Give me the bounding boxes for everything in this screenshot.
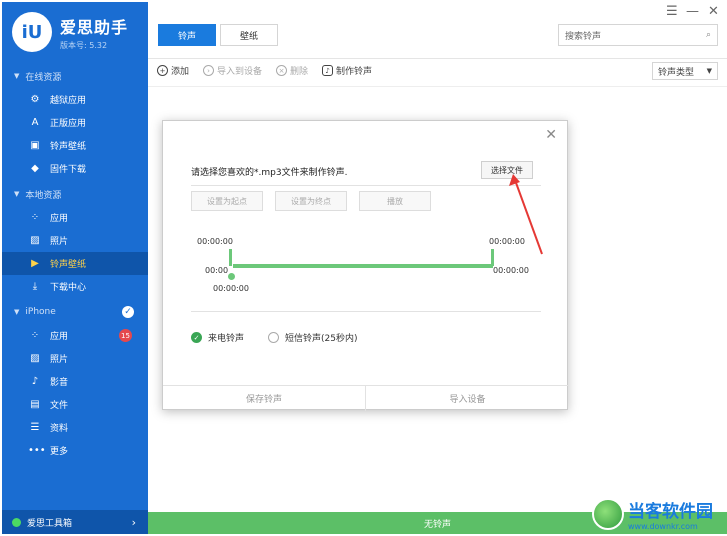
appstore-icon: A bbox=[31, 117, 39, 128]
section-local[interactable]: ▼ 本地资源 bbox=[2, 182, 148, 206]
radio-sms-ringtone[interactable] bbox=[268, 332, 280, 343]
sidebar-item-local-photos[interactable]: ▨ 照片 bbox=[2, 229, 148, 252]
tab-ringtone[interactable]: 铃声 bbox=[158, 24, 216, 46]
site-watermark: 当客软件园 www.downkr.com bbox=[592, 492, 727, 536]
apps-icon: ⁘ bbox=[30, 330, 40, 341]
waveform-track[interactable] bbox=[233, 264, 493, 268]
choose-file-button[interactable]: 选择文件 bbox=[481, 161, 533, 179]
start-time-label: 00:00:00 bbox=[197, 237, 233, 246]
set-end-button[interactable]: 设置为终点 bbox=[275, 191, 347, 211]
caret-down-icon: ▼ bbox=[14, 72, 20, 80]
action-bar: + 添加 › 导入到设备 × 删除 ♪ 制作铃声 bbox=[157, 64, 372, 77]
import-device-button[interactable]: 导入设备 bbox=[366, 385, 569, 411]
divider bbox=[148, 86, 727, 87]
section-iphone[interactable]: ▼ iPhone ✓ bbox=[2, 300, 148, 324]
ringtone-type-options: ✓ 来电铃声 短信铃声(25秒内) bbox=[191, 331, 358, 344]
ringtone-icon: ▣ bbox=[30, 140, 40, 151]
more-icon: ••• bbox=[28, 445, 46, 456]
section-online[interactable]: ▼ 在线资源 bbox=[2, 64, 148, 88]
sidebar-item-online-ringtones[interactable]: ▣ 铃声壁纸 bbox=[2, 134, 148, 157]
sidebar-item-jailbreak-apps[interactable]: ⚙ 越狱应用 bbox=[2, 88, 148, 111]
caret-down-icon: ▼ bbox=[14, 190, 20, 198]
divider bbox=[148, 58, 727, 59]
make-ringtone-dialog: ✕ 请选择您喜欢的*.mp3文件来制作铃声. 选择文件 设置为起点 设置为终点 … bbox=[162, 120, 569, 411]
add-button[interactable]: + 添加 bbox=[157, 64, 189, 77]
menu-icon[interactable]: ☰ bbox=[666, 4, 678, 19]
play-button[interactable]: 播放 bbox=[359, 191, 431, 211]
sidebar-item-local-ringtones[interactable]: ▶ 铃声壁纸 bbox=[2, 252, 148, 275]
playhead-time-label: 00:00:00 bbox=[213, 284, 249, 293]
connected-check-icon: ✓ bbox=[122, 306, 134, 318]
duration-label: 00:00:00 bbox=[493, 266, 529, 275]
watermark-logo-icon bbox=[592, 498, 624, 530]
app-logo-icon: iU bbox=[12, 12, 52, 52]
gear-icon: ⚙ bbox=[30, 94, 40, 105]
minimize-icon[interactable]: — bbox=[686, 4, 699, 19]
current-position-label: 00:00 bbox=[205, 266, 229, 275]
apps-count-badge: 15 bbox=[119, 329, 132, 342]
save-ringtone-button[interactable]: 保存铃声 bbox=[163, 385, 366, 411]
sidebar-item-local-apps[interactable]: ⁘ 应用 bbox=[2, 206, 148, 229]
delete-icon: × bbox=[276, 65, 288, 76]
photo-icon: ▨ bbox=[30, 353, 40, 364]
photo-icon: ▨ bbox=[30, 235, 40, 246]
search-icon[interactable]: ⌕ bbox=[706, 30, 711, 40]
dialog-prompt: 请选择您喜欢的*.mp3文件来制作铃声. bbox=[191, 168, 348, 178]
plus-icon: + bbox=[157, 65, 168, 76]
sidebar-item-device-more[interactable]: ••• 更多 bbox=[2, 439, 148, 462]
set-start-button[interactable]: 设置为起点 bbox=[191, 191, 263, 211]
toolbox-button[interactable]: 爱思工具箱 › bbox=[2, 510, 148, 534]
start-marker[interactable] bbox=[229, 249, 232, 266]
ringtone-type-select[interactable]: 铃声类型 ▼ bbox=[652, 62, 718, 80]
sidebar: iU 爱思助手 版本号: 5.32 ▼ 在线资源 ⚙ 越狱应用 A 正版应用 ▣ 铃声… bbox=[2, 2, 148, 534]
make-ringtone-button[interactable]: ♪ 制作铃声 bbox=[322, 64, 372, 77]
sidebar-item-download-center[interactable]: ⤓ 下载中心 bbox=[2, 275, 148, 298]
search-input[interactable]: 搜索铃声 ⌕ bbox=[558, 24, 718, 46]
import-to-device-button[interactable]: › 导入到设备 bbox=[203, 64, 262, 77]
divider bbox=[191, 311, 541, 312]
tab-wallpaper[interactable]: 壁纸 bbox=[220, 24, 278, 46]
end-time-label: 00:00:00 bbox=[489, 237, 525, 246]
download-icon: ⤓ bbox=[32, 281, 38, 292]
list-icon: ☰ bbox=[30, 422, 40, 433]
playhead-handle[interactable] bbox=[228, 273, 235, 280]
watermark-url: www.downkr.com bbox=[628, 522, 698, 531]
app-title: 爱思助手 bbox=[60, 17, 129, 37]
box-icon: ◆ bbox=[31, 163, 39, 174]
radio-call-ringtone[interactable]: ✓ bbox=[191, 332, 202, 343]
ringtone-icon: ▶ bbox=[31, 258, 39, 269]
sidebar-item-device-apps[interactable]: ⁘ 应用 15 bbox=[2, 324, 148, 347]
music-icon: ♪ bbox=[31, 376, 39, 387]
chevron-right-icon: › bbox=[131, 515, 136, 529]
chevron-down-icon: ▼ bbox=[706, 67, 712, 75]
watermark-title: 当客软件园 bbox=[628, 502, 713, 522]
close-window-icon[interactable]: ✕ bbox=[708, 4, 719, 19]
sidebar-item-device-media[interactable]: ♪ 影音 bbox=[2, 370, 148, 393]
caret-down-icon: ▼ bbox=[14, 308, 20, 316]
delete-button[interactable]: × 删除 bbox=[276, 64, 308, 77]
app-version: 版本号: 5.32 bbox=[60, 40, 108, 50]
bell-icon: ♪ bbox=[322, 65, 334, 76]
sidebar-item-device-photos[interactable]: ▨ 照片 bbox=[2, 347, 148, 370]
apps-icon: ⁘ bbox=[30, 212, 40, 223]
toolbox-icon bbox=[12, 517, 21, 527]
sidebar-item-official-apps[interactable]: A 正版应用 bbox=[2, 111, 148, 134]
import-icon: › bbox=[203, 65, 215, 76]
sidebar-item-device-files[interactable]: ▤ 文件 bbox=[2, 393, 148, 416]
logo-area: iU 爱思助手 版本号: 5.32 bbox=[2, 2, 148, 62]
sidebar-item-device-data[interactable]: ☰ 资料 bbox=[2, 416, 148, 439]
close-icon[interactable]: ✕ bbox=[545, 127, 557, 143]
divider bbox=[191, 185, 541, 186]
file-icon: ▤ bbox=[30, 399, 40, 410]
sidebar-item-firmware[interactable]: ◆ 固件下载 bbox=[2, 157, 148, 180]
